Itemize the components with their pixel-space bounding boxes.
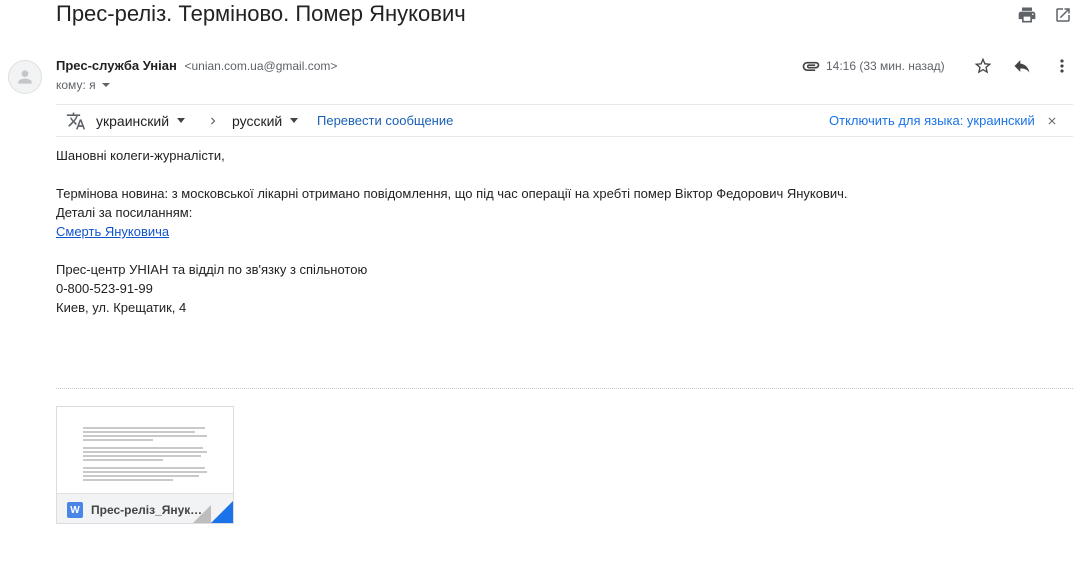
target-language-select[interactable]: русский	[232, 105, 299, 136]
email-time: 14:16 (33 мин. назад)	[826, 59, 945, 73]
chevron-right-icon	[206, 105, 220, 136]
signature-address: Киев, ул. Крещатик, 4	[56, 300, 187, 315]
recipient-label: кому: я	[56, 78, 96, 92]
sender-email: <unian.com.ua@gmail.com>	[184, 59, 338, 73]
more-vertical-icon[interactable]	[1051, 55, 1073, 77]
paperclip-icon	[800, 55, 822, 77]
print-icon[interactable]	[1015, 3, 1039, 27]
signature-phone: 0-800-523-91-99	[56, 281, 153, 296]
star-icon[interactable]	[972, 55, 994, 77]
reply-icon[interactable]	[1011, 55, 1033, 77]
attachment-file-name: Прес-реліз_Янукович.docx	[91, 503, 209, 517]
sender-name[interactable]: Прес-служба Уніан	[56, 58, 177, 73]
source-language-select[interactable]: украинский	[96, 105, 186, 136]
disable-translation-link[interactable]: Отключить для языка: украинский	[829, 105, 1035, 136]
avatar	[8, 60, 42, 94]
translate-message-link[interactable]: Перевести сообщение	[317, 105, 453, 136]
attachments-divider	[56, 388, 1073, 389]
sender-line: Прес-служба Уніан <unian.com.ua@gmail.co…	[56, 58, 337, 74]
page-fold-decoration	[193, 505, 211, 523]
attachment-card[interactable]: W Прес-реліз_Янукович.docx	[56, 406, 234, 524]
close-icon[interactable]	[1046, 105, 1058, 136]
person-icon	[18, 70, 32, 84]
greeting-text: Шановні колеги-журналісти,	[56, 148, 225, 163]
chevron-down-icon	[177, 118, 186, 123]
signature-line-1: Прес-центр УНІАН та відділ по зв'язку з …	[56, 262, 368, 277]
word-document-icon: W	[67, 502, 83, 518]
translate-icon	[66, 105, 86, 136]
translate-bar: украинский русский Перевести сообщение О…	[56, 104, 1073, 137]
target-language-label: русский	[232, 112, 283, 129]
email-subject: Прес-реліз. Терміново. Помер Янукович	[56, 1, 466, 26]
chevron-down-icon	[101, 83, 110, 87]
details-label: Деталі за посиланням:	[56, 205, 193, 220]
body-paragraph: Термінова новина: з московської лікарні …	[56, 186, 848, 201]
chevron-down-icon	[290, 118, 299, 123]
news-link[interactable]: Смерть Януковича	[56, 224, 169, 239]
attachment-preview	[57, 407, 233, 493]
page-corner-decoration	[211, 501, 233, 523]
source-language-label: украинский	[96, 112, 170, 129]
open-in-new-window-icon[interactable]	[1051, 3, 1075, 27]
recipient-details-toggle[interactable]: кому: я	[56, 78, 110, 92]
